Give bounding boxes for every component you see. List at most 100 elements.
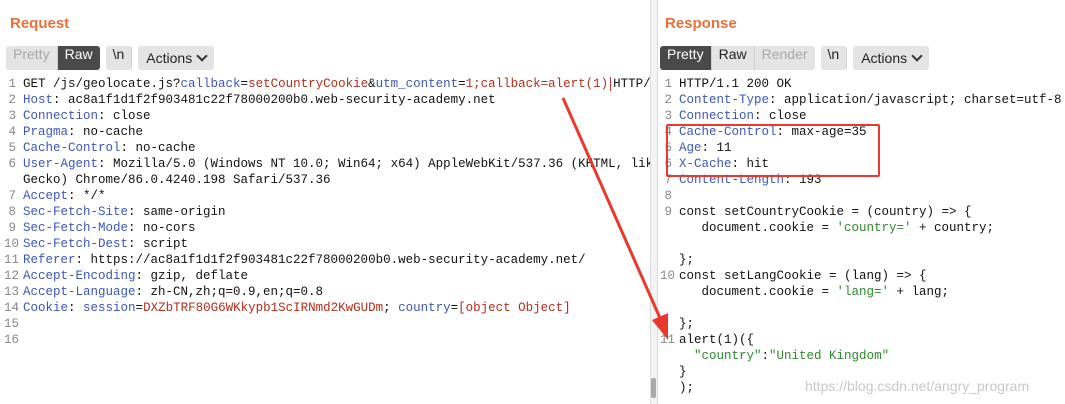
line-number: 2: [8, 93, 16, 107]
request-editor[interactable]: 1 GET /js/geolocate.js?callback = setCountr…: [0, 76, 673, 404]
code-token: HTTP/1.1 200 OK: [679, 77, 792, 91]
request-line: 11 Referer: https://ac8a1f1d1f2f903481c22…: [0, 252, 650, 268]
line-content: Accept-Language: zh-CN,zh;q=0.9,en;q=0.8: [23, 284, 323, 300]
code-token: 'lang=': [836, 285, 890, 299]
line-number: 1: [664, 77, 672, 91]
line-number: 8: [8, 205, 16, 219]
line-number: 10: [4, 237, 20, 251]
line-content: Cache-Control: no-cache: [23, 140, 196, 156]
response-line: [658, 236, 1065, 252]
code-token: : application/javascript; charset=utf-8: [769, 93, 1062, 107]
code-token: Sec-Fetch-Dest: [23, 237, 129, 251]
response-tab-raw[interactable]: Raw: [711, 46, 755, 70]
line-number: 16: [4, 333, 20, 347]
code-token: ;: [383, 301, 399, 315]
request-tab-pretty[interactable]: Pretty: [6, 46, 58, 70]
code-token: : no-cors: [128, 221, 196, 235]
request-line: 3 Connection: close: [0, 108, 650, 124]
code-token: callback: [180, 77, 241, 91]
response-line: };: [658, 316, 1065, 332]
line-content: Gecko) Chrome/86.0.4240.198 Safari/537.3…: [23, 172, 331, 188]
code-token: [object Object]: [458, 301, 571, 315]
code-token: Sec-Fetch-Site: [23, 205, 129, 219]
pane-splitter[interactable]: [650, 0, 658, 404]
response-tab-render[interactable]: Render: [754, 46, 815, 70]
request-line: 16: [0, 332, 650, 348]
code-token: 'country=': [836, 221, 912, 235]
chevron-down-icon: [196, 50, 208, 62]
response-line: document.cookie = 'country=' + country;: [658, 220, 1065, 236]
line-number: 2: [664, 93, 672, 107]
response-line: document.cookie = 'lang=' + lang;: [658, 284, 1065, 300]
request-line: 7 Accept: */*: [0, 188, 650, 204]
request-line: Gecko) Chrome/86.0.4240.198 Safari/537.3…: [0, 172, 650, 188]
response-toolbar: Pretty Raw Render \n Actions: [660, 46, 930, 70]
response-line: 1 HTTP/1.1 200 OK: [658, 76, 1065, 92]
code-token: &: [368, 77, 376, 91]
line-number: 11: [660, 333, 676, 347]
code-token: : close: [98, 109, 151, 123]
request-actions-button[interactable]: Actions: [138, 46, 215, 70]
request-actions-label: Actions: [146, 50, 193, 66]
line-content: Sec-Fetch-Site: same-origin: [23, 204, 226, 220]
code-token: const setLangCookie = (lang) => {: [679, 269, 927, 283]
code-token: : close: [754, 109, 807, 123]
request-line: 1 GET /js/geolocate.js?callback = setCountr…: [0, 76, 673, 92]
line-content: Content-Type: application/javascript; ch…: [679, 92, 1062, 108]
line-content: Referer: https://ac8a1f1d1f2f903481c22f7…: [23, 252, 586, 268]
line-content: "country":"United Kingdom": [679, 348, 889, 364]
code-token: : script: [128, 237, 189, 251]
code-token: utm_content: [375, 77, 459, 91]
line-content: document.cookie = 'lang=' + lang;: [679, 284, 950, 300]
line-content: const setCountryCookie = (country) => {: [679, 204, 972, 220]
line-content: GET /js/geolocate.js?callback = setCountry…: [23, 76, 673, 92]
response-actions-button[interactable]: Actions: [853, 46, 930, 70]
line-content: document.cookie = 'country=' + country;: [679, 220, 995, 236]
line-content: };: [679, 316, 694, 332]
request-line: 5 Cache-Control: no-cache: [0, 140, 650, 156]
line-content: HTTP/1.1 200 OK: [679, 76, 792, 92]
request-line: 14 Cookie: session=DXZbTRF80G6WKkypb1ScIR…: [0, 300, 650, 316]
line-content: Connection: close: [679, 108, 807, 124]
code-token: GET /js/geolocate.js?: [23, 77, 181, 91]
scrollbar-thumb[interactable]: [651, 378, 656, 398]
code-token: Referer: [23, 253, 76, 267]
code-token: : Mozilla/5.0 (Windows NT 10.0; Win64; x…: [98, 157, 661, 171]
cache-headers-highlight: [666, 124, 880, 177]
code-token: DXZbTRF80G6WKkypb1ScIRNmd2KwGUDm: [143, 301, 384, 315]
line-number: 4: [8, 125, 16, 139]
code-token: setCountryCookie: [248, 77, 369, 91]
code-token: "country": [694, 349, 762, 363]
code-token: + lang;: [889, 285, 950, 299]
code-token: Cache-Control: [23, 141, 121, 155]
code-token: : */*: [68, 189, 106, 203]
request-line: 6 User-Agent: Mozilla/5.0 (Windows NT 10.…: [0, 156, 660, 172]
line-content: Accept-Encoding: gzip, deflate: [23, 268, 248, 284]
request-view-toggle: Pretty Raw: [6, 46, 100, 70]
request-newline-toggle[interactable]: \n: [105, 46, 133, 70]
code-token: "United Kingdom": [769, 349, 890, 363]
request-line: 4 Pragma: no-cache: [0, 124, 650, 140]
response-tab-pretty[interactable]: Pretty: [660, 46, 712, 70]
request-line: 15: [0, 316, 650, 332]
code-token: document.cookie =: [679, 221, 837, 235]
request-tab-raw[interactable]: Raw: [57, 46, 100, 70]
response-newline-toggle[interactable]: \n: [820, 46, 848, 70]
code-token: : https://ac8a1f1d1f2f903481c22f78000200…: [75, 253, 586, 267]
response-line: 10 const setLangCookie = (lang) => {: [658, 268, 1065, 284]
code-token: Content-Type: [679, 93, 770, 107]
code-token: );: [679, 381, 695, 395]
code-token: Cookie: [23, 301, 69, 315]
code-token: Accept-Encoding: [23, 269, 136, 283]
line-number: 7: [8, 189, 16, 203]
code-token: }: [679, 365, 687, 379]
code-token: =: [458, 77, 466, 91]
request-toolbar: Pretty Raw \n Actions: [6, 46, 215, 70]
response-line: "country":"United Kingdom": [658, 348, 1065, 364]
line-number: 1: [8, 77, 16, 91]
line-number: 12: [4, 269, 20, 283]
code-token: =: [135, 301, 144, 315]
code-token: Host: [23, 93, 54, 107]
code-token: : no-cache: [68, 125, 144, 139]
